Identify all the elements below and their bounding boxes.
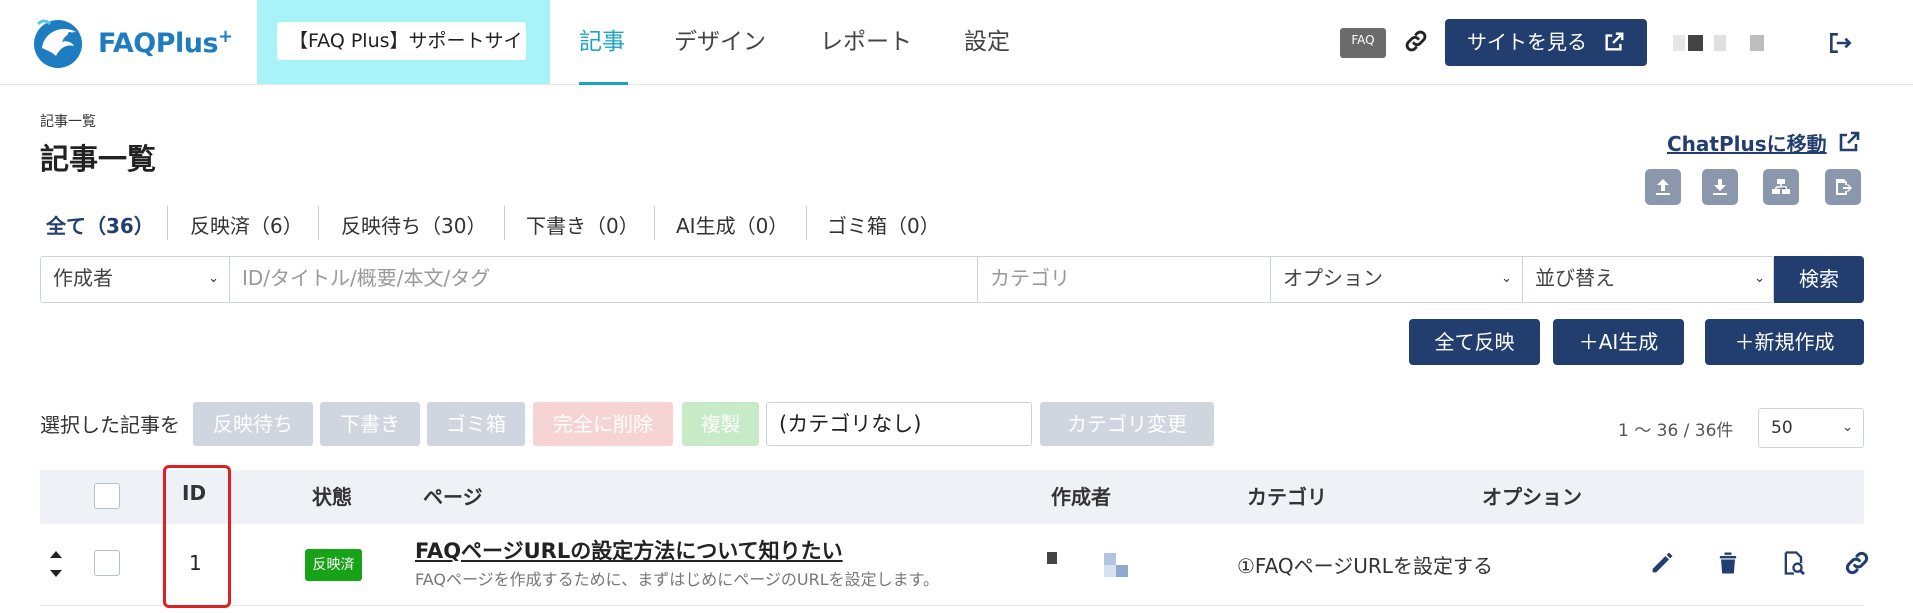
- external-link-icon: [1605, 32, 1624, 51]
- keyword-input[interactable]: ID/タイトル/概要/本文/タグ: [230, 257, 978, 302]
- edit-icon[interactable]: [1648, 549, 1676, 577]
- preview-icon[interactable]: [1780, 549, 1808, 577]
- publish-all-button[interactable]: 全て反映: [1409, 319, 1540, 365]
- download-button[interactable]: [1702, 169, 1738, 205]
- link-icon[interactable]: [1403, 28, 1429, 54]
- sort-handle-icon[interactable]: [48, 548, 64, 580]
- bulk-trash-button[interactable]: ゴミ箱: [427, 402, 525, 446]
- bulk-draft-button[interactable]: 下書き: [320, 402, 420, 446]
- status-badge: 反映済: [305, 549, 362, 581]
- chevron-down-icon: ⌄: [1842, 420, 1853, 435]
- chatplus-link[interactable]: ChatPlusに移動: [1667, 128, 1827, 157]
- category-input[interactable]: カテゴリ: [978, 257, 1271, 302]
- nav-tab-settings[interactable]: 設定: [964, 22, 1010, 56]
- select-all-checkbox[interactable]: [94, 483, 120, 509]
- active-tab-indicator: [579, 82, 628, 85]
- faq-icon[interactable]: FAQ: [1340, 28, 1386, 58]
- link-icon[interactable]: [1843, 549, 1871, 577]
- user-name-blur: [1750, 35, 1764, 51]
- row-divider: [40, 605, 1864, 606]
- divider: [318, 206, 319, 240]
- column-header-page: ページ: [423, 485, 483, 509]
- filter-tab-pending[interactable]: 反映待ち（30）: [341, 210, 486, 239]
- external-link-icon[interactable]: [1837, 130, 1861, 154]
- dolphin-icon: [34, 19, 82, 68]
- column-header-option: オプション: [1482, 485, 1582, 509]
- column-header-status: 状態: [312, 485, 352, 509]
- divider: [167, 206, 168, 240]
- bulk-category-change-button[interactable]: カテゴリ変更: [1040, 402, 1214, 446]
- bulk-delete-button[interactable]: 完全に削除: [533, 402, 673, 446]
- divider: [504, 206, 505, 240]
- new-article-button[interactable]: ＋新規作成: [1705, 319, 1864, 365]
- filter-tab-ai[interactable]: AI生成（0）: [676, 210, 788, 239]
- bulk-pending-button[interactable]: 反映待ち: [193, 402, 313, 446]
- site-selector[interactable]: 【FAQ Plus】サポートサイト: [277, 22, 526, 60]
- trash-icon[interactable]: [1714, 549, 1742, 577]
- view-site-button[interactable]: サイトを見る: [1445, 19, 1647, 66]
- nav-tab-design[interactable]: デザイン: [674, 22, 766, 56]
- column-header-author: 作成者: [1051, 485, 1111, 509]
- author-name-blur: [1104, 553, 1128, 577]
- structure-button[interactable]: [1763, 169, 1799, 205]
- logout-icon[interactable]: [1827, 30, 1853, 56]
- filter-tab-draft[interactable]: 下書き（0）: [526, 210, 639, 239]
- page-title: 記事一覧: [40, 142, 157, 176]
- divider: [654, 206, 655, 240]
- filter-tab-all[interactable]: 全て（36）: [46, 210, 154, 239]
- filter-tab-published[interactable]: 反映済（6）: [190, 210, 303, 239]
- nav-tab-report[interactable]: レポート: [820, 22, 912, 56]
- author-avatar-blur: [1047, 552, 1057, 564]
- top-header: FAQPlus+ 【FAQ Plus】サポートサイト 記事 デザイン レポート …: [0, 0, 1913, 85]
- search-bar: 作成者 ⌄ ID/タイトル/概要/本文/タグ カテゴリ オプション ⌄ 並び替え ⌄: [40, 256, 1774, 303]
- upload-icon: [1656, 179, 1670, 195]
- upload-button[interactable]: [1645, 169, 1681, 205]
- bulk-duplicate-button[interactable]: 複製: [682, 402, 759, 446]
- export-button[interactable]: [1825, 169, 1861, 205]
- article-title-link[interactable]: FAQページURLの設定方法について知りたい: [415, 535, 843, 565]
- bulk-category-input[interactable]: (カテゴリなし): [766, 402, 1032, 446]
- nav-tab-articles[interactable]: 記事: [579, 22, 625, 56]
- chevron-down-icon: ⌄: [1501, 271, 1512, 286]
- result-count: 1 ～ 36 / 36件: [1618, 421, 1734, 441]
- sitemap-icon: [1772, 179, 1790, 194]
- author-select[interactable]: 作成者 ⌄: [41, 257, 230, 302]
- export-icon: [1836, 179, 1852, 195]
- chevron-down-icon: ⌄: [1754, 271, 1765, 286]
- logo-text: FAQPlus+: [98, 26, 233, 59]
- download-icon: [1713, 179, 1727, 195]
- user-name-blur: [1714, 35, 1726, 51]
- site-selector-area: 【FAQ Plus】サポートサイト: [257, 0, 550, 84]
- sort-select[interactable]: 並び替え ⌄: [1523, 257, 1775, 302]
- breadcrumb[interactable]: 記事一覧: [40, 111, 96, 131]
- faqplus-logo[interactable]: FAQPlus+: [30, 14, 240, 70]
- bulk-action-label: 選択した記事を: [40, 413, 180, 437]
- column-header-category: カテゴリ: [1247, 485, 1327, 509]
- user-name-blur: [1688, 35, 1703, 51]
- option-select[interactable]: オプション ⌄: [1271, 257, 1523, 302]
- user-avatar-blur: [1673, 35, 1685, 51]
- row-category: ①FAQページURLを設定する: [1237, 554, 1493, 578]
- divider: [806, 206, 807, 240]
- per-page-select[interactable]: 50 ⌄: [1758, 408, 1864, 448]
- article-description: FAQページを作成するために、まずはじめにページのURLを設定します。: [415, 570, 940, 589]
- filter-tab-trash[interactable]: ゴミ箱（0）: [827, 210, 940, 239]
- row-checkbox[interactable]: [94, 550, 120, 576]
- search-button[interactable]: 検索: [1774, 256, 1864, 303]
- chevron-down-icon: ⌄: [208, 271, 219, 286]
- id-column-highlight: [163, 465, 231, 608]
- ai-generate-button[interactable]: ＋AI生成: [1553, 319, 1684, 365]
